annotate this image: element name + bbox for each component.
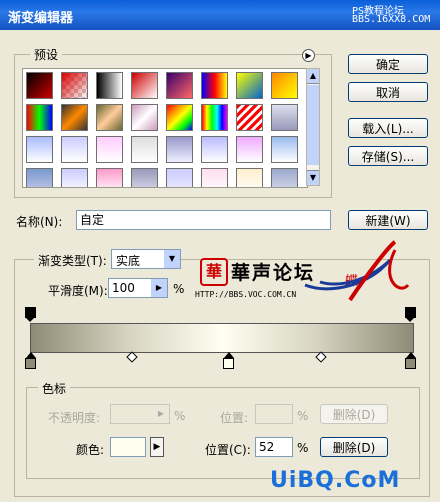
preset-swatch[interactable] xyxy=(131,104,158,131)
preset-swatch[interactable] xyxy=(131,72,158,99)
preset-swatch[interactable] xyxy=(96,72,123,99)
preset-swatch[interactable] xyxy=(96,136,123,163)
gradient-bar[interactable] xyxy=(30,323,414,353)
scroll-up-icon[interactable]: ▲ xyxy=(307,69,319,84)
opacity-stop-right[interactable] xyxy=(405,307,416,323)
preset-swatch[interactable] xyxy=(26,72,53,99)
gradient-type-select[interactable]: 实底 ▼ xyxy=(111,249,181,269)
color-label: 颜色: xyxy=(76,443,105,457)
chevron-down-icon[interactable]: ▼ xyxy=(164,250,180,268)
preset-swatch[interactable] xyxy=(271,136,298,163)
preset-swatch[interactable] xyxy=(236,168,263,187)
smoothness-input[interactable]: 100 ▶ xyxy=(108,278,168,298)
footer-watermark: UiBQ.CoM xyxy=(270,468,401,493)
slider-arrow-icon: ▶ xyxy=(157,409,165,418)
opacity-unit: % xyxy=(174,409,186,423)
color-swatch[interactable] xyxy=(110,437,146,457)
preset-swatch[interactable] xyxy=(131,136,158,163)
preset-swatch[interactable] xyxy=(26,104,53,131)
opacity-label: 不透明度: xyxy=(48,411,101,425)
presets-scrollbar[interactable]: ▲ ▼ xyxy=(306,68,320,186)
new-button[interactable]: 新建(W) xyxy=(348,210,428,230)
smoothness-value: 100 xyxy=(112,281,135,295)
preset-swatch[interactable] xyxy=(61,72,88,99)
preset-swatch[interactable] xyxy=(26,136,53,163)
preset-swatch[interactable] xyxy=(271,168,298,187)
preset-swatch[interactable] xyxy=(271,72,298,99)
location-label-disabled: 位置: xyxy=(220,411,249,425)
preset-swatch[interactable] xyxy=(96,104,123,131)
presets-swatch-grid[interactable] xyxy=(22,68,308,188)
location-unit-disabled: % xyxy=(297,409,309,423)
scroll-down-icon[interactable]: ▼ xyxy=(307,170,319,185)
preset-swatch[interactable] xyxy=(236,104,263,131)
logo-url: HTTP://BBS.VOC.COM.CN xyxy=(195,290,297,299)
preset-swatch[interactable] xyxy=(166,168,193,187)
preset-swatch[interactable] xyxy=(201,72,228,99)
location-input-disabled xyxy=(255,404,293,424)
preset-swatch[interactable] xyxy=(201,136,228,163)
opacity-stop-left[interactable] xyxy=(25,307,36,323)
preset-swatch[interactable] xyxy=(131,168,158,187)
location-label: 位置(C): xyxy=(205,443,251,457)
gradient-type-value: 实底 xyxy=(116,254,141,268)
presets-label: 预设 xyxy=(30,46,63,63)
color-menu-icon[interactable]: ▶ xyxy=(150,437,164,457)
delete-opacity-button: 删除(D) xyxy=(320,404,388,424)
color-stops-label: 色标 xyxy=(38,380,71,397)
watermark-url: BBS.16XX8.COM xyxy=(352,14,431,25)
color-stop-selected[interactable] xyxy=(223,352,234,370)
swirl-icon xyxy=(304,240,410,302)
color-stops-group xyxy=(26,387,420,479)
ok-button[interactable]: 确定 xyxy=(348,54,428,74)
opacity-input: ▶ xyxy=(110,404,170,424)
preset-swatch[interactable] xyxy=(271,104,298,131)
preset-swatch[interactable] xyxy=(236,136,263,163)
load-button[interactable]: 载入(L)... xyxy=(348,118,428,138)
preset-swatch[interactable] xyxy=(61,136,88,163)
scroll-thumb[interactable] xyxy=(307,85,319,165)
location-input[interactable]: 52 xyxy=(255,437,293,457)
save-button[interactable]: 存储(S)... xyxy=(348,146,428,166)
delete-color-button[interactable]: 删除(D) xyxy=(320,437,388,457)
preset-swatch[interactable] xyxy=(26,168,53,187)
preset-swatch[interactable] xyxy=(201,104,228,131)
preset-swatch[interactable] xyxy=(166,136,193,163)
preset-swatch[interactable] xyxy=(201,168,228,187)
arrow-right-circle-icon[interactable]: ▶ xyxy=(302,49,315,62)
gradient-type-label: 渐变类型(T): xyxy=(34,252,111,269)
smoothness-label: 平滑度(M): xyxy=(48,284,108,298)
preset-swatch[interactable] xyxy=(96,168,123,187)
preset-swatch[interactable] xyxy=(166,72,193,99)
name-label: 名称(N): xyxy=(16,215,63,229)
smoothness-unit: % xyxy=(173,282,185,296)
preset-swatch[interactable] xyxy=(61,168,88,187)
slider-arrow-icon[interactable]: ▶ xyxy=(151,279,167,297)
color-stop-left[interactable] xyxy=(25,352,36,370)
location-unit: % xyxy=(297,441,309,455)
color-stop-right[interactable] xyxy=(405,352,416,370)
preset-swatch[interactable] xyxy=(236,72,263,99)
preset-swatch[interactable] xyxy=(61,104,88,131)
preset-swatch[interactable] xyxy=(166,104,193,131)
name-input[interactable]: 自定 xyxy=(76,210,331,230)
forum-logo: 華 華声论坛 HTTP://BBS.VOC.COM.CN 蝶 xyxy=(195,240,415,304)
cancel-button[interactable]: 取消 xyxy=(348,82,428,102)
window-title: 渐变编辑器 xyxy=(8,11,74,26)
